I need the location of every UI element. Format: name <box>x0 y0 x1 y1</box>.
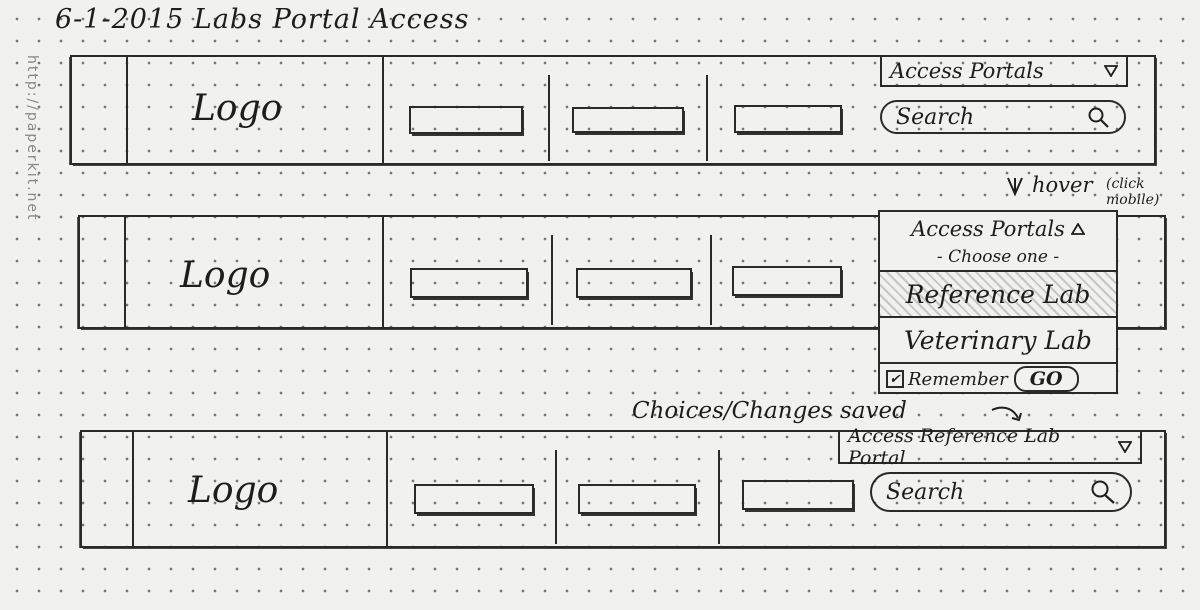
go-button[interactable]: GO <box>1013 366 1079 392</box>
menu-option-veterinary-lab[interactable]: Veterinary Lab <box>880 318 1116 364</box>
hover-note: (click mobile) <box>1106 176 1160 208</box>
search-input[interactable]: Search <box>870 472 1132 512</box>
menu-option-reference-lab[interactable]: Reference Lab <box>880 272 1116 318</box>
triangle-down-icon <box>1104 65 1118 77</box>
access-portals-menu: Access Portals - Choose one - Reference … <box>878 210 1118 394</box>
divider <box>132 430 134 546</box>
access-reference-lab-dropdown[interactable]: Access Reference Lab Portal <box>838 425 1142 469</box>
arrow-icon <box>1004 176 1026 202</box>
magnifier-icon[interactable] <box>1088 478 1116 506</box>
logo-placeholder: Logo <box>192 88 283 129</box>
divider <box>706 75 708 161</box>
dropdown-label: Access Portals <box>911 217 1065 241</box>
nav-link-1[interactable] <box>410 268 528 298</box>
access-portals-dropdown-open[interactable]: Access Portals <box>880 212 1116 246</box>
nav-link-3[interactable] <box>742 480 854 510</box>
nav-link-1[interactable] <box>409 106 523 134</box>
nav-link-1[interactable] <box>414 484 534 514</box>
divider <box>551 235 553 325</box>
divider <box>718 450 720 544</box>
remember-label: Remember <box>908 368 1008 390</box>
divider <box>126 55 128 163</box>
search-placeholder: Search <box>886 479 965 505</box>
divider <box>382 215 384 327</box>
nav-link-3[interactable] <box>732 266 842 296</box>
access-portals-dropdown[interactable]: Access Portals <box>880 55 1128 87</box>
remember-row: ✔ Remember GO <box>880 364 1116 394</box>
divider <box>710 235 712 325</box>
search-placeholder: Search <box>896 104 975 130</box>
logo-placeholder: Logo <box>180 255 271 296</box>
paperkit-url: http://paperkit.net <box>24 55 40 222</box>
nav-link-2[interactable] <box>576 268 692 298</box>
divider <box>555 450 557 544</box>
remember-checkbox[interactable]: ✔ <box>886 370 904 388</box>
saved-annotation: Choices/Changes saved <box>632 398 907 424</box>
triangle-down-icon <box>1118 441 1132 453</box>
dropdown-label: Access Reference Lab Portal <box>848 425 1061 469</box>
search-input[interactable]: Search <box>880 100 1126 134</box>
divider <box>548 75 550 161</box>
magnifier-icon[interactable] <box>1086 105 1110 129</box>
divider <box>386 430 388 546</box>
choose-one-label: - Choose one - <box>880 244 1116 272</box>
sketch-title: 6-1-2015 Labs Portal Access <box>55 4 470 35</box>
nav-link-3[interactable] <box>734 105 842 133</box>
triangle-up-icon <box>1070 223 1085 235</box>
nav-link-2[interactable] <box>578 484 696 514</box>
divider <box>382 55 384 163</box>
hover-annotation: hover <box>1032 173 1093 197</box>
divider <box>124 215 126 327</box>
nav-link-2[interactable] <box>572 107 684 133</box>
dropdown-label: Access Portals <box>890 59 1044 83</box>
logo-placeholder: Logo <box>188 470 279 511</box>
